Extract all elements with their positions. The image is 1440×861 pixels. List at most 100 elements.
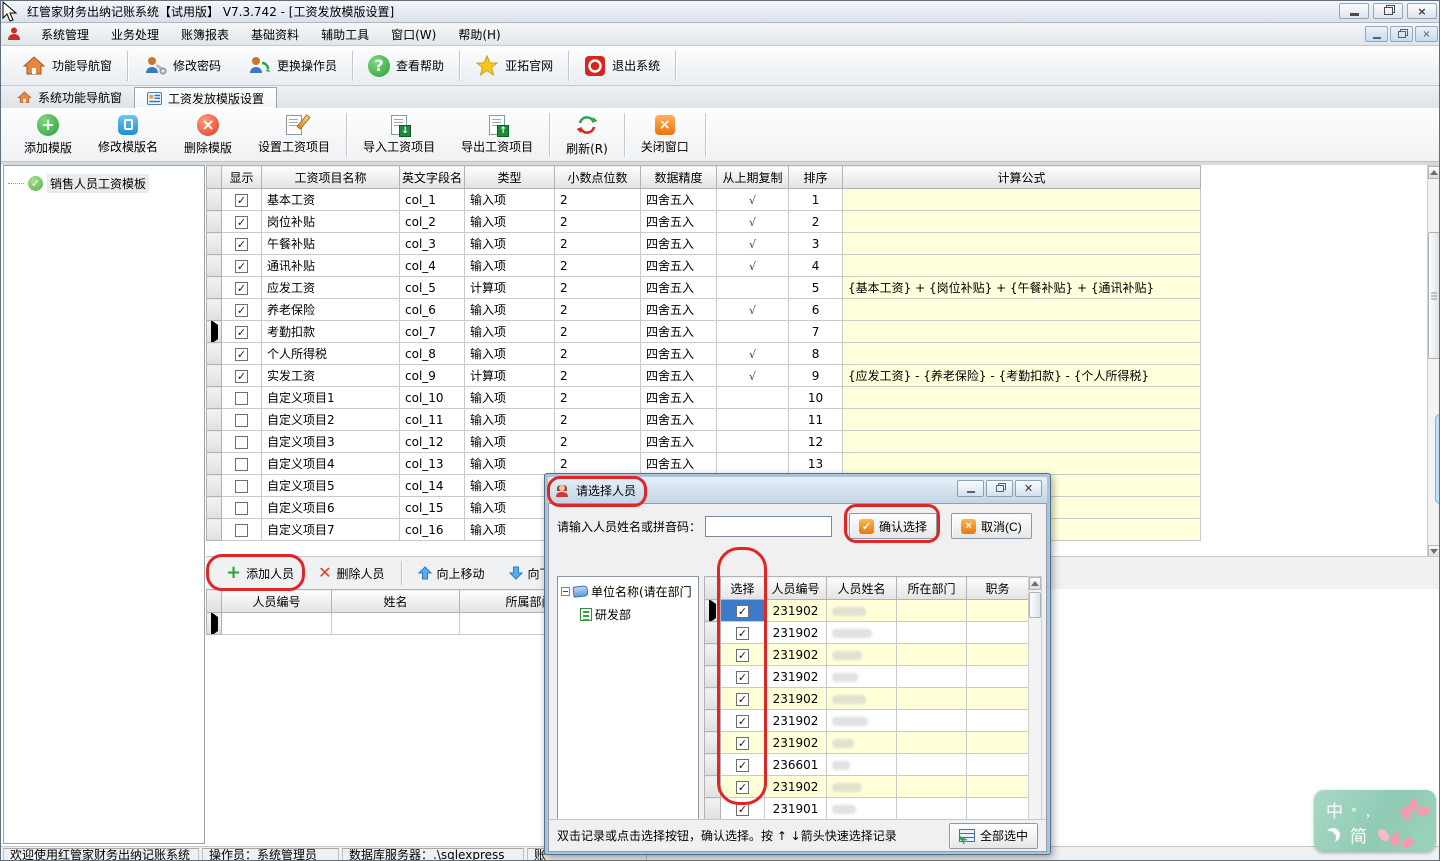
item-name-cell[interactable]: 午餐补贴 xyxy=(262,233,400,255)
mdi-minimize-button[interactable] xyxy=(1365,26,1388,42)
dept-cell[interactable] xyxy=(897,622,967,644)
select-cell[interactable]: ✓ xyxy=(721,622,765,644)
formula-cell[interactable]: {基本工资} + {岗位补贴} + {午餐补贴} + {通讯补贴} xyxy=(843,277,1201,299)
order-cell[interactable]: 5 xyxy=(789,277,843,299)
title-cell[interactable] xyxy=(967,798,1029,820)
delete-template-button[interactable]: × 删除模版 xyxy=(171,110,245,160)
checkbox[interactable]: ✓ xyxy=(736,803,749,816)
dept-cell[interactable] xyxy=(897,644,967,666)
copy-prev-cell[interactable]: √ xyxy=(717,365,789,387)
dialog-minimize-button[interactable] xyxy=(957,480,984,497)
type-cell[interactable]: 输入项 xyxy=(465,431,555,453)
type-cell[interactable]: 输入项 xyxy=(465,409,555,431)
select-all-button[interactable]: 全部选中 xyxy=(949,823,1038,849)
row-header[interactable] xyxy=(705,732,721,754)
checkbox[interactable]: ✓ xyxy=(235,194,248,207)
dept-cell[interactable] xyxy=(897,666,967,688)
tab-nav-window[interactable]: 系统功能导航窗 xyxy=(5,87,134,108)
order-cell[interactable]: 12 xyxy=(789,431,843,453)
copy-prev-cell[interactable] xyxy=(717,277,789,299)
code-cell[interactable]: 231902 xyxy=(765,688,827,710)
name-cell[interactable] xyxy=(827,622,897,644)
type-cell[interactable]: 输入项 xyxy=(465,233,555,255)
checkbox[interactable]: ✓ xyxy=(736,715,749,728)
title-cell[interactable] xyxy=(967,600,1029,622)
title-cell[interactable] xyxy=(967,688,1029,710)
person-name-cell[interactable] xyxy=(332,613,460,635)
type-cell[interactable]: 输入项 xyxy=(465,211,555,233)
decimals-cell[interactable]: 2 xyxy=(555,365,641,387)
field-name-cell[interactable]: col_6 xyxy=(400,299,465,321)
tree-item-sales-template[interactable]: ✓ 销售人员工资模板 xyxy=(8,174,204,193)
refresh-button[interactable]: 刷新(R) xyxy=(553,110,621,160)
dialog-close-button[interactable]: ✕ xyxy=(1015,480,1042,497)
item-name-cell[interactable]: 自定义项目4 xyxy=(262,453,400,475)
checkbox[interactable]: ✓ xyxy=(235,370,248,383)
restore-button[interactable] xyxy=(1373,3,1403,19)
menu-item-business[interactable]: 业务处理 xyxy=(100,23,170,45)
select-cell[interactable]: ✓ xyxy=(721,710,765,732)
decimals-cell[interactable]: 2 xyxy=(555,211,641,233)
decimals-cell[interactable]: 2 xyxy=(555,299,641,321)
precision-cell[interactable]: 四舍五入 xyxy=(641,277,717,299)
item-name-cell[interactable]: 自定义项目1 xyxy=(262,387,400,409)
decimals-cell[interactable]: 2 xyxy=(555,277,641,299)
decimals-cell[interactable]: 2 xyxy=(555,233,641,255)
field-name-cell[interactable]: col_13 xyxy=(400,453,465,475)
type-cell[interactable]: 输入项 xyxy=(465,497,555,519)
precision-cell[interactable]: 四舍五入 xyxy=(641,211,717,233)
minimize-button[interactable] xyxy=(1339,3,1369,19)
title-cell[interactable] xyxy=(967,776,1029,798)
precision-cell[interactable]: 四舍五入 xyxy=(641,409,717,431)
row-header[interactable] xyxy=(207,497,222,519)
side-panel-handle[interactable] xyxy=(1435,414,1440,504)
set-salary-items-button[interactable]: 设置工资项目 xyxy=(245,110,343,160)
tree-node-unit[interactable]: 单位名称(请在部门 xyxy=(561,583,698,600)
name-cell[interactable] xyxy=(827,754,897,776)
dept-cell[interactable] xyxy=(897,710,967,732)
code-cell[interactable]: 231902 xyxy=(765,666,827,688)
copy-prev-cell[interactable] xyxy=(717,431,789,453)
mdi-close-button[interactable]: × xyxy=(1415,26,1438,42)
item-name-cell[interactable]: 岗位补贴 xyxy=(262,211,400,233)
title-cell[interactable] xyxy=(967,754,1029,776)
row-header[interactable] xyxy=(705,710,721,732)
menu-item-system[interactable]: 系统管理 xyxy=(30,23,100,45)
person-code-cell[interactable] xyxy=(222,613,332,635)
select-cell[interactable]: ✓ xyxy=(721,776,765,798)
copy-prev-cell[interactable] xyxy=(717,453,789,475)
order-cell[interactable]: 9 xyxy=(789,365,843,387)
checkbox[interactable] xyxy=(235,524,248,537)
row-header[interactable] xyxy=(705,754,721,776)
title-cell[interactable] xyxy=(967,644,1029,666)
row-header[interactable] xyxy=(207,211,222,233)
menu-item-window[interactable]: 窗口(W) xyxy=(380,23,447,45)
row-header[interactable] xyxy=(207,343,222,365)
field-name-cell[interactable]: col_11 xyxy=(400,409,465,431)
select-person-row[interactable]: ✓231902 xyxy=(705,644,1029,666)
field-name-cell[interactable]: col_14 xyxy=(400,475,465,497)
field-name-cell[interactable]: col_16 xyxy=(400,519,465,541)
item-name-cell[interactable]: 应发工资 xyxy=(262,277,400,299)
show-cell[interactable] xyxy=(222,409,262,431)
row-header[interactable] xyxy=(207,189,222,211)
field-name-cell[interactable]: col_10 xyxy=(400,387,465,409)
dept-cell[interactable] xyxy=(897,798,967,820)
show-cell[interactable] xyxy=(222,497,262,519)
checkbox[interactable]: ✓ xyxy=(736,759,749,772)
code-cell[interactable]: 231902 xyxy=(765,710,827,732)
type-cell[interactable]: 输入项 xyxy=(465,189,555,211)
code-cell[interactable]: 231902 xyxy=(765,776,827,798)
code-cell[interactable]: 231901 xyxy=(765,798,827,820)
select-person-row[interactable]: ✓231902 xyxy=(705,732,1029,754)
precision-cell[interactable]: 四舍五入 xyxy=(641,321,717,343)
show-cell[interactable]: ✓ xyxy=(222,343,262,365)
formula-cell[interactable] xyxy=(843,233,1201,255)
select-cell[interactable]: ✓ xyxy=(721,666,765,688)
cancel-button[interactable]: × 取消(C) xyxy=(951,513,1032,539)
item-name-cell[interactable]: 基本工资 xyxy=(262,189,400,211)
title-cell[interactable] xyxy=(967,622,1029,644)
title-cell[interactable] xyxy=(967,666,1029,688)
precision-cell[interactable]: 四舍五入 xyxy=(641,365,717,387)
menu-item-basedata[interactable]: 基础资料 xyxy=(240,23,310,45)
